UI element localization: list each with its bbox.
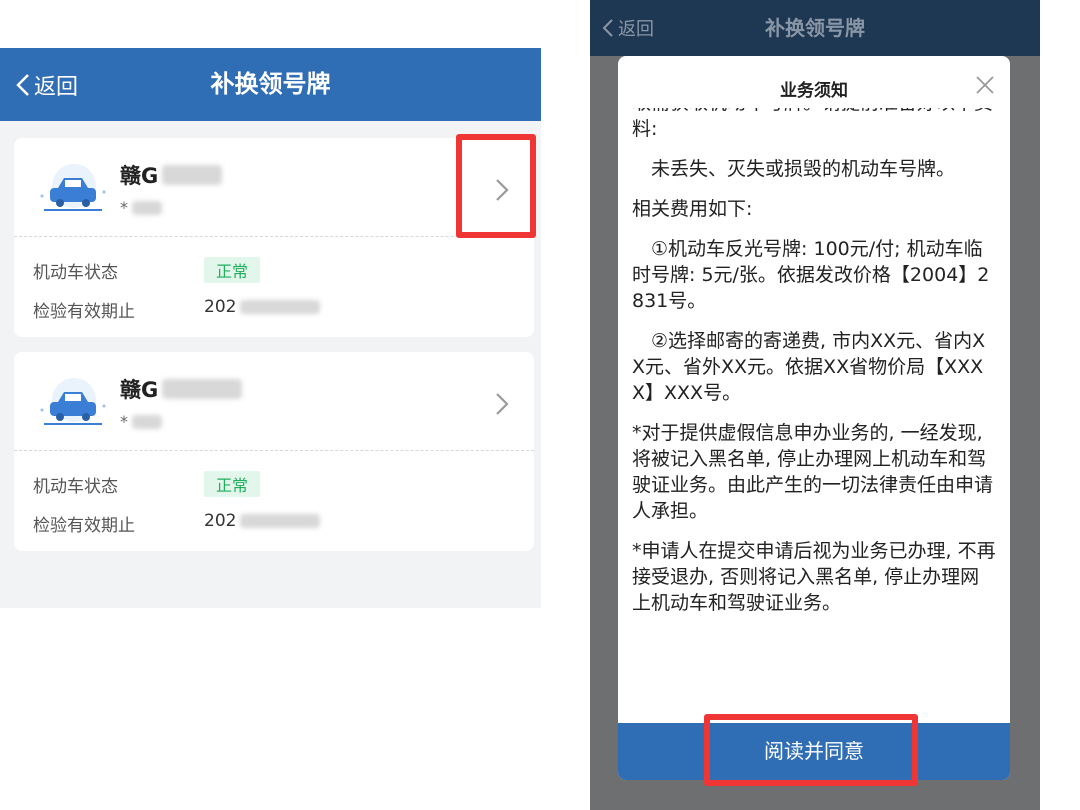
modal-title: 业务须知 xyxy=(780,81,848,101)
status-value: 正常 xyxy=(204,471,261,497)
close-icon[interactable] xyxy=(974,74,996,96)
divider xyxy=(14,450,534,451)
status-label: 机动车状态 xyxy=(33,263,118,283)
left-screen: 返回 补换领号牌 赣G * 机动车状态 正常 检验有效期止 202 赣G * 机… xyxy=(0,48,541,608)
status-badge: 正常 xyxy=(204,471,261,497)
inspection-label: 检验有效期止 xyxy=(33,516,135,536)
plate-sub: * xyxy=(120,198,162,217)
inspection-value: 202 xyxy=(204,511,321,531)
chevron-left-icon xyxy=(16,73,29,96)
status-label: 机动车状态 xyxy=(33,477,118,497)
right-screen: 返回 补换领号牌 业务须知 取需获取机动车号牌。请提前准备好以下资料: 未丢失、… xyxy=(590,0,1040,810)
car-icon xyxy=(40,378,106,425)
plate-sub: * xyxy=(120,412,162,431)
notice-paragraph: ①机动车反光号牌: 100元/付; 机动车临时号牌: 5元/张。依据发改价格【2… xyxy=(632,238,990,312)
modal-body-content: 取需获取机动车号牌。请提前准备好以下资料: 未丢失、灭失或损毁的机动车号牌。 相… xyxy=(632,108,998,630)
notice-paragraph: *对于提供虚假信息申办业务的, 一经发现, 将被记入黑名单, 停止办理网上机动车… xyxy=(632,422,994,522)
notice-paragraph: 取需获取机动车号牌。请提前准备好以下资料: xyxy=(632,108,993,140)
highlight-box-chevron xyxy=(456,134,536,238)
plate-number: 赣G xyxy=(120,160,223,190)
notice-paragraph: 相关费用如下: xyxy=(632,198,753,220)
car-icon xyxy=(40,164,106,211)
notice-paragraph: ②选择邮寄的寄递费, 市内XX元、省内XX元、省外XX元。依据XX省物价局【XX… xyxy=(632,330,986,404)
highlight-box-agree xyxy=(704,714,918,786)
inspection-value: 202 xyxy=(204,297,321,317)
vehicle-card[interactable]: 赣G * 机动车状态 正常 检验有效期止 202 xyxy=(14,352,534,551)
notice-paragraph: *申请人在提交申请后视为业务已办理, 不再接受退办, 否则将记入黑名单, 停止办… xyxy=(632,540,996,614)
page-title: 补换领号牌 xyxy=(210,70,331,98)
notice-paragraph: 未丢失、灭失或损毁的机动车号牌。 xyxy=(651,158,956,180)
status-badge: 正常 xyxy=(204,257,261,283)
plate-number: 赣G xyxy=(120,374,243,404)
nav-bar: 返回 补换领号牌 xyxy=(0,48,541,121)
chevron-right-icon[interactable] xyxy=(492,390,512,418)
inspection-label: 检验有效期止 xyxy=(33,302,135,322)
modal-body[interactable]: 取需获取机动车号牌。请提前准备好以下资料: 未丢失、灭失或损毁的机动车号牌。 相… xyxy=(632,108,998,706)
back-button[interactable]: 返回 xyxy=(16,48,78,121)
page-title: 补换领号牌 xyxy=(765,16,865,40)
notice-modal: 业务须知 取需获取机动车号牌。请提前准备好以下资料: 未丢失、灭失或损毁的机动车… xyxy=(618,56,1010,780)
back-label: 返回 xyxy=(34,74,79,100)
nav-bar-dimmed: 返回 补换领号牌 xyxy=(590,0,1040,56)
status-value: 正常 xyxy=(204,257,261,283)
